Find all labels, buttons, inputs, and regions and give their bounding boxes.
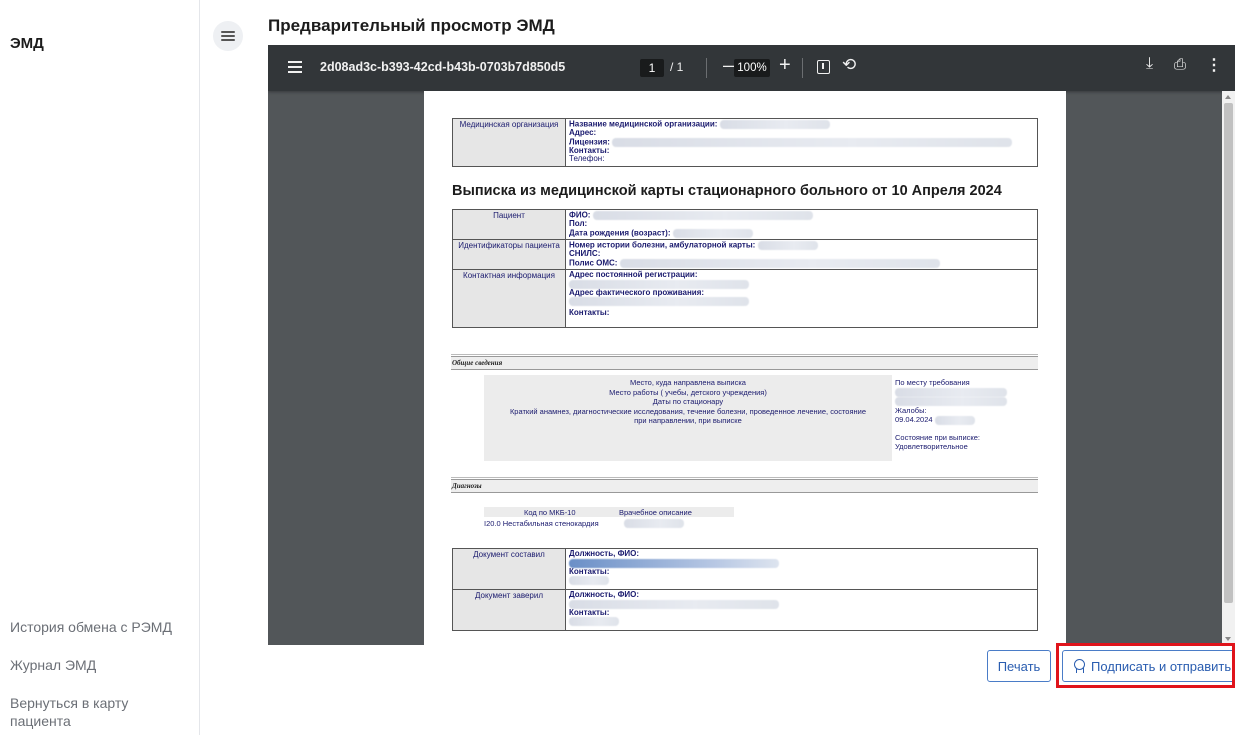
pdf-viewer: 2d08ad3c-b393-42cd-b43b-0703b7d850d5 1 /… — [268, 45, 1235, 645]
ids-label: Идентификаторы пациента — [452, 239, 566, 270]
sidebar: ЭМД История обмена с РЭМД Журнал ЭМД Вер… — [0, 0, 200, 735]
sign-and-send-label: Подписать и отправить — [1091, 658, 1232, 674]
app-root: ЭМД История обмена с РЭМД Журнал ЭМД Вер… — [0, 0, 1235, 735]
patient-values: ФИО: Пол: Дата рождения (возраст): — [565, 209, 1038, 240]
certified-values: Должность, ФИО: Контакты: — [565, 589, 1038, 631]
download-icon[interactable]: ⤓ — [1146, 55, 1153, 73]
org-label: Медицинская организация — [452, 118, 566, 167]
patient-table: Пациент ФИО: Пол: Дата рождения (возраст… — [452, 209, 1038, 328]
diagnoses-row: I20.0 Нестабильная стенокардия — [484, 518, 734, 529]
section-diagnoses: Диагнозы — [451, 477, 1038, 493]
toolbar-divider — [802, 58, 803, 78]
general-info: Место, куда направлена выписка Место раб… — [484, 375, 1034, 461]
toolbar-divider — [706, 58, 707, 78]
more-icon[interactable]: ⋮ — [1206, 55, 1222, 75]
ids-values: Номер истории болезни, амбулаторной карт… — [565, 239, 1038, 270]
scroll-down-icon[interactable] — [1225, 637, 1231, 641]
zoom-input[interactable]: 100% — [734, 59, 770, 77]
general-info-labels: Место, куда направлена выписка Место раб… — [484, 375, 892, 461]
certificate-icon — [1073, 659, 1085, 673]
sign-and-send-button[interactable]: Подписать и отправить — [1062, 650, 1235, 682]
document-page: Медицинская организация Название медицин… — [424, 91, 1066, 645]
general-info-values: По месту требования Жалобы: 09.04.2024 С… — [895, 375, 1035, 461]
sidebar-title: ЭМД — [10, 35, 44, 52]
viewer-filename: 2d08ad3c-b393-42cd-b43b-0703b7d850d5 — [320, 60, 566, 74]
org-table: Медицинская организация Название медицин… — [452, 118, 1038, 167]
fit-page-icon[interactable] — [817, 60, 830, 74]
certified-label: Документ заверил — [452, 589, 566, 631]
page-number-input[interactable]: 1 — [640, 59, 664, 77]
viewer-scrollbar[interactable] — [1222, 91, 1235, 645]
print-button[interactable]: Печать — [987, 650, 1051, 682]
hamburger-icon — [221, 31, 235, 33]
scroll-thumb[interactable] — [1224, 103, 1233, 603]
sidebar-link-emd-journal[interactable]: Журнал ЭМД — [10, 656, 190, 674]
sidebar-link-back-to-card[interactable]: Вернуться в карту пациента — [10, 694, 170, 730]
org-values: Название медицинской организации: Адрес:… — [565, 118, 1038, 167]
contacts-values: Адрес постоянной регистрации: Адрес факт… — [565, 269, 1038, 328]
rotate-icon[interactable]: ⟲ — [842, 55, 856, 75]
print-icon[interactable]: ⎙ — [1174, 56, 1186, 73]
sidebar-links: История обмена с РЭМД Журнал ЭМД Вернуть… — [10, 618, 190, 735]
signatures-table: Документ составил Должность, ФИО: Контак… — [452, 548, 1038, 631]
menu-toggle-button[interactable] — [213, 21, 243, 51]
menu-icon[interactable] — [288, 61, 302, 73]
page-total: / 1 — [670, 60, 684, 74]
diagnoses-table: Код по МКБ-10 Врачебное описание I20.0 Н… — [484, 507, 734, 529]
section-general: Общие сведения — [451, 354, 1038, 370]
document-heading: Выписка из медицинской карты стационарно… — [452, 183, 1002, 199]
scroll-up-icon[interactable] — [1225, 95, 1231, 99]
composed-values: Должность, ФИО: Контакты: — [565, 548, 1038, 590]
contacts-label: Контактная информация — [452, 269, 566, 328]
patient-label: Пациент — [452, 209, 566, 240]
sidebar-link-remd-history[interactable]: История обмена с РЭМД — [10, 618, 190, 636]
viewer-toolbar: 2d08ad3c-b393-42cd-b43b-0703b7d850d5 1 /… — [268, 45, 1235, 91]
composed-label: Документ составил — [452, 548, 566, 590]
zoom-in-icon[interactable]: + — [779, 54, 791, 77]
page-title: Предварительный просмотр ЭМД — [268, 16, 555, 35]
diagnoses-header: Код по МКБ-10 Врачебное описание — [484, 507, 734, 517]
